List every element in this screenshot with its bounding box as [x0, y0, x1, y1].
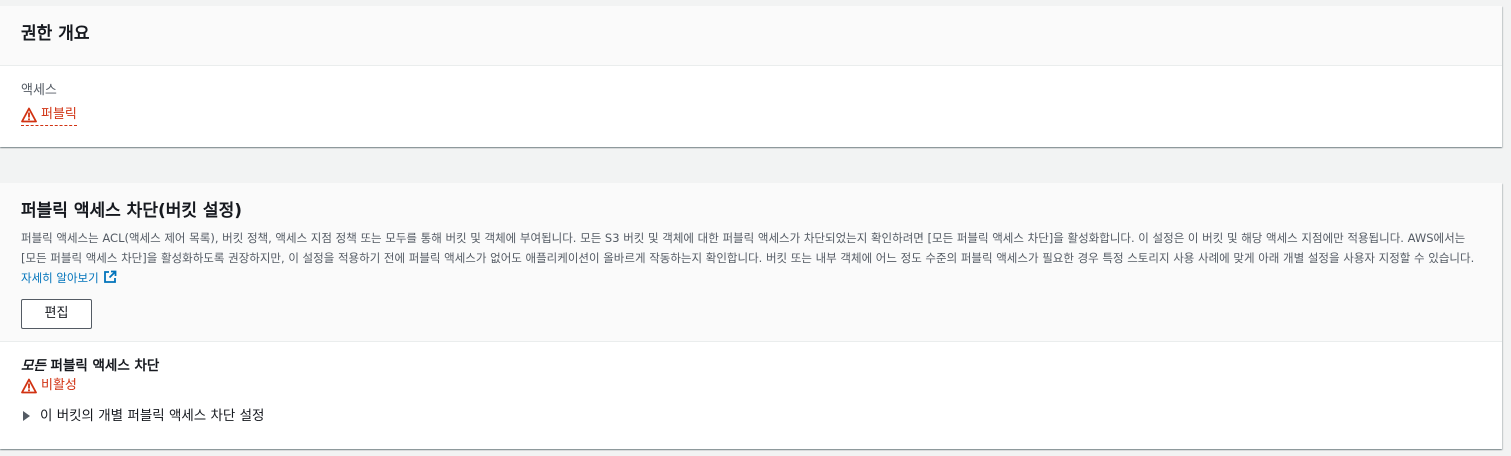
permissions-overview-body: 액세스 퍼블릭 [0, 66, 1502, 127]
block-all-status-text: 비활성 [41, 378, 77, 393]
access-label: 액세스 [21, 83, 57, 98]
edit-button[interactable]: 편집 [21, 299, 92, 329]
block-all-prefix: 모든 [21, 358, 46, 374]
access-status-public[interactable]: 퍼블릭 [21, 106, 77, 126]
external-link-icon [103, 270, 117, 284]
caret-right-icon [23, 411, 30, 421]
learn-more-link[interactable]: 자세히 알아보기 [21, 270, 117, 285]
block-public-access-header: 퍼블릭 액세스 차단(버킷 설정) 퍼블릭 액세스는 ACL(액세스 제어 목록… [0, 183, 1502, 342]
block-public-access-panel: 퍼블릭 액세스 차단(버킷 설정) 퍼블릭 액세스는 ACL(액세스 제어 목록… [0, 183, 1502, 449]
learn-more-text: 자세히 알아보기 [21, 271, 99, 285]
access-status-text: 퍼블릭 [41, 107, 77, 122]
block-all-public-access-label: 모든 퍼블릭 액세스 차단 [21, 356, 1481, 376]
block-public-access-description: 퍼블릭 액세스는 ACL(액세스 제어 목록), 버킷 정책, 액세스 지점 정… [21, 228, 1481, 288]
permissions-overview-title: 권한 개요 [21, 24, 90, 44]
individual-settings-label: 이 버킷의 개별 퍼블릭 액세스 차단 설정 [40, 408, 265, 424]
warning-triangle-icon [21, 378, 37, 394]
individual-settings-expander[interactable]: 이 버킷의 개별 퍼블릭 액세스 차단 설정 [21, 406, 1481, 426]
permissions-overview-panel: 권한 개요 액세스 퍼블릭 [0, 6, 1502, 147]
permissions-overview-header: 권한 개요 [0, 6, 1502, 66]
description-text: 퍼블릭 액세스는 ACL(액세스 제어 목록), 버킷 정책, 액세스 지점 정… [21, 231, 1475, 265]
block-all-rest: 퍼블릭 액세스 차단 [45, 358, 160, 374]
block-public-access-body: 모든 퍼블릭 액세스 차단 비활성 이 버킷의 개별 퍼블릭 액세스 차단 설정 [0, 342, 1502, 426]
block-all-status: 비활성 [21, 377, 77, 395]
warning-triangle-icon [21, 107, 37, 123]
block-public-access-title: 퍼블릭 액세스 차단(버킷 설정) [21, 201, 242, 221]
